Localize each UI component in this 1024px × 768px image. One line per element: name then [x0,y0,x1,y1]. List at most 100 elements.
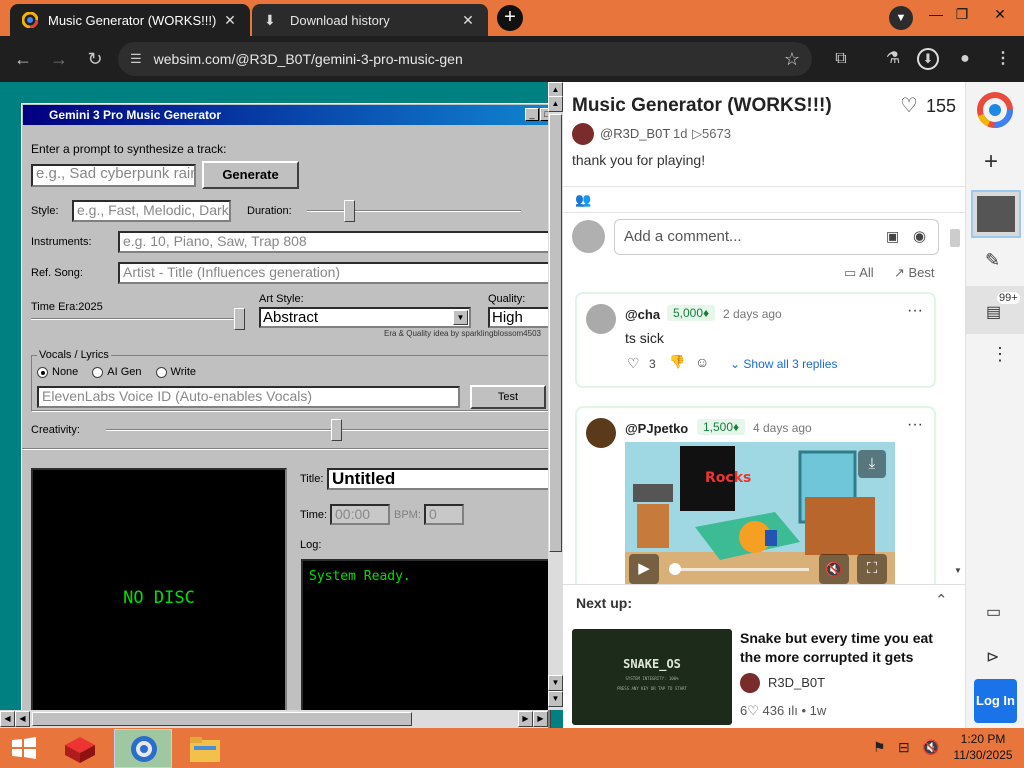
tab-close-icon[interactable]: ✕ [460,12,476,29]
commenter-name[interactable]: @PJpetko [625,421,688,436]
scroll-right-arrow-icon[interactable]: ▶ [518,711,533,727]
instruments-input[interactable]: e.g. 10, Piano, Saw, Trap 808 [118,231,550,253]
vocal-option-write[interactable]: Write [155,366,196,378]
back-arrow-icon[interactable]: ← [8,44,38,74]
tab-close-icon[interactable]: ✕ [222,12,238,29]
websim-logo-icon[interactable] [977,92,1013,128]
vocals-group-label: Vocals / Lyrics [37,349,111,361]
prompt-input[interactable]: e.g., Sad cyberpunk rain [31,164,196,187]
dislike-icon[interactable]: 👎 [669,354,685,370]
generate-button[interactable]: Generate [202,161,299,189]
commenter-name[interactable]: @cha [625,307,660,322]
time-era-slider-thumb[interactable] [234,308,245,330]
show-replies-link[interactable]: ⌄ Show all 3 replies [730,357,837,371]
volume-muted-icon[interactable]: 🔇 [922,739,939,756]
video-progress-bar[interactable] [669,568,809,571]
next-author-avatar[interactable] [740,673,760,693]
browser-taskbar-button[interactable] [114,729,172,768]
filter-all[interactable]: ▭ All [844,265,874,281]
chevron-up-icon[interactable]: ⌃ [935,591,948,609]
author-name[interactable]: @R3D_B0T [600,126,670,141]
voice-id-input[interactable]: ElevenLabs Voice ID (Auto-enables Vocals… [37,386,460,408]
window-minimize-button[interactable]: _ [525,108,539,121]
heart-icon[interactable]: ♡ [900,93,918,118]
feedback-icon[interactable]: ▭ [986,602,1001,622]
collapse-panel-icon[interactable]: ⊳ [986,647,999,667]
site-info-icon[interactable]: ☰ [130,51,142,67]
horizontal-scrollbar[interactable]: ◀ ◀ ▶ ▶ [0,710,548,728]
next-project-title[interactable]: Snake but every time you eat the more co… [740,629,955,667]
new-tab-button[interactable]: + [497,5,523,31]
people-icon[interactable]: 👥 [575,192,591,208]
site-thumbnail[interactable] [971,190,1021,238]
ref-song-label: Ref. Song: [31,267,83,279]
scroll-right-arrow-icon[interactable]: ▶ [533,711,548,727]
more-menu-icon[interactable]: ⋮ [990,46,1016,72]
video-progress-handle[interactable] [669,563,681,575]
vertical-scroll-thumb[interactable] [549,114,562,552]
panel-scroll-down-arrow-icon[interactable]: ▼ [954,566,962,575]
bookmark-star-icon[interactable]: ☆ [784,49,800,70]
scroll-down-arrow-icon[interactable]: ▼ [548,675,563,691]
extensions-icon[interactable]: ⧉ [828,46,854,72]
labs-flask-icon[interactable]: ⚗ [880,46,906,72]
more-vertical-icon[interactable]: ⋮ [991,344,1009,365]
vocal-option-none[interactable]: None [37,366,78,378]
comment-input[interactable]: Add a comment... ▣ ◉ [614,219,939,255]
art-style-select[interactable]: Abstract ▼ [259,307,471,328]
scroll-left-arrow-icon[interactable]: ◀ [0,711,15,727]
panel-scroll-thumb[interactable] [950,229,960,247]
add-icon[interactable]: + [984,148,998,176]
filter-best[interactable]: ↗ Best [894,265,935,281]
author-avatar[interactable] [572,123,594,145]
clock[interactable]: 1:20 PM 11/30/2025 [948,732,1018,762]
commenter-avatar[interactable] [586,418,616,448]
scroll-up-arrow-icon[interactable]: ▲ [548,96,563,112]
quality-select[interactable]: High [488,307,550,328]
tab-search-chevron-icon[interactable]: ▼ [889,6,913,30]
image-upload-icon[interactable]: ▣ [886,228,899,245]
file-explorer-icon[interactable] [188,734,222,764]
tab-music-generator[interactable]: Music Generator (WORKS!!!) ✕ [10,4,250,36]
commenter-avatar[interactable] [586,304,616,334]
edit-pencil-icon[interactable]: ✎ [985,250,1000,271]
ref-song-input[interactable]: Artist - Title (Influences generation) [118,262,550,284]
scroll-down-arrow-icon[interactable]: ▼ [548,691,563,707]
emoji-react-icon[interactable]: ☺ [695,354,709,370]
download-icon[interactable]: ⤓ [858,450,886,478]
title-input[interactable]: Untitled [327,468,550,490]
creativity-slider-thumb[interactable] [331,419,343,441]
mute-icon[interactable]: 🔇 [819,554,849,584]
horizontal-scroll-thumb[interactable] [32,712,412,726]
style-input[interactable]: e.g., Fast, Melodic, Dark [72,200,231,222]
profile-icon[interactable]: ● [952,46,978,72]
next-author-name[interactable]: R3D_B0T [768,675,825,690]
test-button[interactable]: Test [470,385,546,409]
forward-arrow-icon[interactable]: → [44,44,74,74]
close-window-button[interactable]: ✕ [978,0,1022,30]
toolbox-app-icon[interactable] [61,733,99,765]
more-options-icon[interactable]: ··· [907,302,923,320]
tab-download-history[interactable]: ⬇ Download history ✕ [252,4,488,36]
next-thumbnail[interactable]: SNAKE_OS SYSTEM INTEGRITY: 100% PRESS AN… [572,629,732,725]
websim-side-panel: Music Generator (WORKS!!!) ♡ 155 @R3D_B0… [563,82,965,728]
more-options-icon[interactable]: ··· [907,416,923,434]
record-icon[interactable]: ◉ [913,227,926,245]
login-button[interactable]: Log In [974,679,1017,723]
flag-icon[interactable]: ⚑ [873,739,886,756]
play-icon[interactable]: ▶ [629,554,659,584]
comments-nav-item[interactable]: ▤ 99+ [966,286,1024,334]
reload-icon[interactable]: ↻ [80,44,110,74]
like-heart-icon[interactable]: ♡ [627,355,640,372]
video-attachment[interactable]: Rocks ⤓ ▶ 🔇 ⛶ [625,442,895,586]
network-icon[interactable]: ⊟ [898,739,910,756]
scroll-left-arrow-icon[interactable]: ◀ [15,711,30,727]
fullscreen-icon[interactable]: ⛶ [857,554,887,584]
address-bar[interactable]: ☰ websim.com/@R3D_B0T/gemini-3-pro-music… [118,42,812,76]
start-windows-icon[interactable] [10,736,38,760]
vocal-option-ai-gen[interactable]: AI Gen [92,366,142,378]
download-icon[interactable]: ⬇ [917,48,939,70]
log-text: System Ready. [309,569,411,584]
duration-slider-thumb[interactable] [343,200,355,222]
vertical-scrollbar[interactable]: ▲ ▲ ▼ ▼ [548,82,563,710]
